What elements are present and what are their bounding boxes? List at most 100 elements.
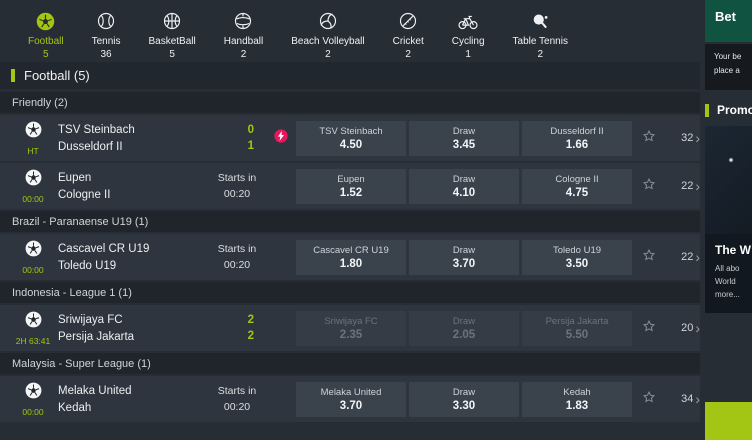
league-header: Brazil - Paranaense U19 (1) (0, 211, 700, 232)
odds-button-home[interactable]: Sriwijaya FC 2.35 (296, 311, 406, 346)
favorite-star-button[interactable] (634, 319, 664, 338)
boost-col (266, 128, 296, 149)
odds-button-draw[interactable]: Draw 4.10 (409, 169, 519, 204)
odds-value: 3.70 (340, 400, 362, 412)
match-status: 00:00 (22, 265, 43, 275)
away-score: 2 (248, 330, 254, 342)
away-team: Persija Jakarta (58, 331, 208, 343)
odds-button-home[interactable]: TSV Steinbach 4.50 (296, 121, 406, 156)
table-tennis-icon (530, 9, 551, 33)
match-sport-col: 00:00 (8, 168, 58, 204)
odds-group: Cascavel CR U19 1.80 Draw 3.70 Toledo U1… (296, 240, 632, 275)
nav-label: Cycling (452, 36, 485, 47)
nav-label: BasketBall (148, 36, 195, 47)
beach-volleyball-icon (318, 9, 338, 33)
betslip-note: Your be place a (705, 44, 752, 90)
markets-count: 34 (681, 393, 693, 405)
nav-label: Table Tennis (513, 36, 568, 47)
nav-item-handball[interactable]: Handball 2 (210, 9, 277, 60)
boost-icon (273, 128, 289, 149)
odds-button-draw[interactable]: Draw 3.45 (409, 121, 519, 156)
football-icon (35, 9, 56, 33)
odds-button-away[interactable]: Cologne II 4.75 (522, 169, 632, 204)
odds-label: Dusseldorf II (550, 126, 603, 137)
basketball-icon (162, 9, 182, 33)
cycling-icon (457, 9, 479, 33)
odds-label: Draw (453, 245, 475, 256)
right-sidebar: Bet Your be place a Promo The W All abo … (705, 0, 752, 440)
away-team: Kedah (58, 402, 208, 414)
nav-item-basketball[interactable]: BasketBall 5 (134, 9, 209, 60)
teams-col: Sriwijaya FC Persija Jakarta (58, 314, 208, 343)
away-team: Dusseldorf II (58, 141, 208, 153)
home-team: Eupen (58, 172, 208, 184)
promo-card[interactable]: The W All abo World more... (705, 126, 752, 313)
odds-button-away[interactable]: Kedah 1.83 (522, 382, 632, 417)
starts-label: Starts in (218, 385, 257, 397)
teams-col: TSV Steinbach Dusseldorf II (58, 124, 208, 153)
page-title: Football (5) (24, 68, 90, 83)
favorite-star-button[interactable] (634, 390, 664, 409)
markets-link[interactable]: 22 › (664, 250, 706, 264)
odds-value: 3.45 (453, 139, 475, 151)
promo-image (705, 126, 752, 234)
markets-link[interactable]: 22 › (664, 179, 706, 193)
markets-link[interactable]: 32 › (664, 131, 706, 145)
teams-col: Melaka United Kedah (58, 385, 208, 414)
odds-value: 3.30 (453, 400, 475, 412)
odds-button-away[interactable]: Toledo U19 3.50 (522, 240, 632, 275)
odds-button-draw[interactable]: Draw 3.30 (409, 382, 519, 417)
starts-col: Starts in 00:20 (208, 172, 266, 200)
odds-button-draw[interactable]: Draw 3.70 (409, 240, 519, 275)
favorite-star-button[interactable] (634, 177, 664, 196)
favorite-star-button[interactable] (634, 129, 664, 148)
match-sport-col: 00:00 (8, 381, 58, 417)
odds-label: Toledo U19 (553, 245, 601, 256)
cricket-icon (398, 9, 418, 33)
odds-label: Melaka United (321, 387, 382, 398)
odds-value: 4.75 (566, 187, 588, 199)
home-team: Sriwijaya FC (58, 314, 208, 326)
odds-label: Draw (453, 316, 475, 327)
markets-count: 20 (681, 322, 693, 334)
odds-value: 1.80 (340, 258, 362, 270)
odds-label: Kedah (563, 387, 590, 398)
starts-time: 00:20 (224, 259, 250, 271)
match-sport-col: 00:00 (8, 239, 58, 275)
nav-item-beach-volleyball[interactable]: Beach Volleyball 2 (277, 9, 378, 60)
nav-item-cricket[interactable]: Cricket 2 (379, 9, 438, 60)
odds-button-away[interactable]: Dusseldorf II 1.66 (522, 121, 632, 156)
soccer-ball-icon (24, 310, 43, 334)
page-header: Football (5) (0, 62, 700, 89)
odds-button-draw[interactable]: Draw 2.05 (409, 311, 519, 346)
markets-link[interactable]: 20 › (664, 321, 706, 335)
league-title: Friendly (2) (12, 97, 68, 109)
away-score: 1 (248, 140, 254, 152)
star-icon (642, 129, 656, 148)
score-col: 0 1 (208, 124, 266, 152)
odds-button-home[interactable]: Melaka United 3.70 (296, 382, 406, 417)
promo-title: Promo (717, 103, 752, 117)
league-header: Friendly (2) (0, 92, 700, 113)
nav-item-cycling[interactable]: Cycling 1 (438, 9, 499, 60)
odds-button-home[interactable]: Eupen 1.52 (296, 169, 406, 204)
nav-count: 2 (241, 49, 247, 60)
odds-button-home[interactable]: Cascavel CR U19 1.80 (296, 240, 406, 275)
odds-value: 1.52 (340, 187, 362, 199)
promo-card-body: The W All abo World more... (705, 234, 752, 313)
odds-label: Sriwijaya FC (324, 316, 377, 327)
favorite-star-button[interactable] (634, 248, 664, 267)
nav-item-tennis[interactable]: Tennis 36 (78, 9, 135, 60)
nav-item-football[interactable]: Football 5 (14, 9, 78, 60)
markets-link[interactable]: 34 › (664, 392, 706, 406)
tennis-icon (96, 9, 116, 33)
nav-item-table-tennis[interactable]: Table Tennis 2 (499, 9, 582, 60)
league-header: Malaysia - Super League (1) (0, 353, 700, 374)
accent-bar (705, 104, 709, 117)
home-team: Cascavel CR U19 (58, 243, 208, 255)
odds-button-away[interactable]: Persija Jakarta 5.50 (522, 311, 632, 346)
chevron-right-icon: › (695, 179, 700, 193)
sports-nav: Football 5 Tennis 36 BasketBall 5 Handba… (0, 0, 700, 62)
star-icon (642, 390, 656, 409)
promo-cta-button[interactable] (705, 402, 752, 440)
